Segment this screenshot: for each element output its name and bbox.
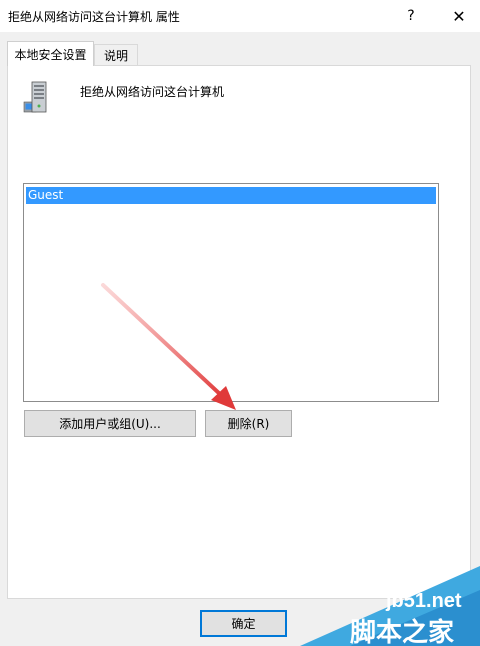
help-button[interactable]: ?: [388, 0, 434, 32]
tab-local-security-setting[interactable]: 本地安全设置: [7, 41, 94, 66]
site-watermark: jb51.net 脚本之家: [290, 560, 480, 646]
title-bar: 拒绝从网络访问这台计算机 属性 ? ✕: [0, 0, 480, 32]
remove-button[interactable]: 删除(R): [205, 410, 292, 437]
tab-explain[interactable]: 说明: [94, 44, 138, 66]
close-button[interactable]: ✕: [436, 0, 480, 32]
help-icon: ?: [407, 8, 415, 24]
policy-name: 拒绝从网络访问这台计算机: [80, 85, 225, 99]
window-title: 拒绝从网络访问这台计算机 属性: [8, 10, 180, 24]
ok-button-label: 确定: [231, 617, 256, 631]
list-item-guest[interactable]: Guest: [26, 187, 436, 204]
add-user-or-group-button[interactable]: 添加用户或组(U)...: [24, 410, 196, 437]
accounts-listbox[interactable]: Guest: [23, 183, 439, 402]
ok-button[interactable]: 确定: [200, 610, 287, 637]
remove-button-label: 删除(R): [227, 417, 270, 431]
server-computer-icon: [23, 81, 47, 113]
watermark-site: jb51.net: [386, 590, 462, 612]
tab-label: 本地安全设置: [14, 47, 87, 62]
tab-label: 说明: [103, 49, 128, 63]
add-button-label: 添加用户或组(U)...: [59, 417, 161, 431]
watermark-name: 脚本之家: [350, 618, 455, 646]
close-icon: ✕: [452, 6, 466, 26]
